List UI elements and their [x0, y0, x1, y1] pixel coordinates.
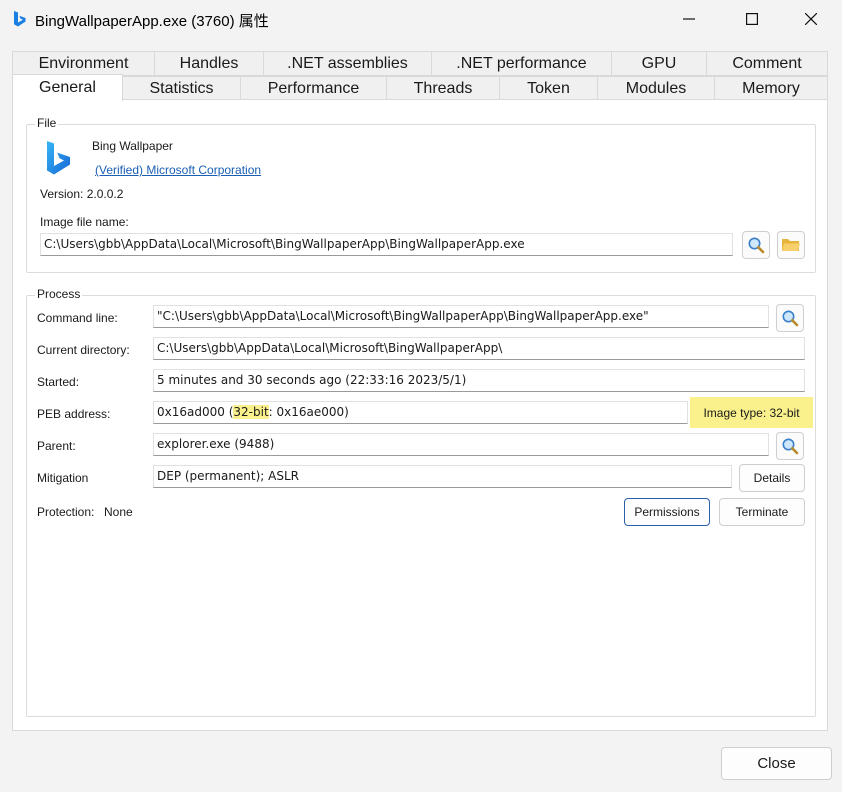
tab-net-performance[interactable]: .NET performance [431, 51, 612, 76]
inspect-parent-button[interactable] [776, 432, 804, 460]
tab-performance[interactable]: Performance [240, 76, 387, 101]
file-group-label: File [35, 116, 59, 130]
bing-app-icon [12, 10, 28, 28]
maximize-icon [746, 13, 758, 25]
tab-strip: Environment Handles .NET assemblies .NET… [12, 51, 828, 101]
image-file-label: Image file name: [40, 215, 129, 229]
minimize-icon [683, 18, 695, 20]
file-group: File Bing Wallpaper (Verified) Microsoft… [26, 116, 816, 273]
tab-statistics[interactable]: Statistics [122, 76, 241, 101]
open-folder-button[interactable] [777, 231, 805, 259]
permissions-button[interactable]: Permissions [624, 498, 710, 526]
bing-logo-icon [46, 140, 72, 178]
magnifier-icon [748, 237, 765, 254]
command-line-label: Command line: [37, 311, 118, 325]
general-panel: File Bing Wallpaper (Verified) Microsoft… [12, 99, 828, 731]
peb-address-label: PEB address: [37, 407, 111, 421]
title-bar: BingWallpaperApp.exe (3760) 属性 [0, 0, 842, 38]
inspect-image-button[interactable] [742, 231, 770, 259]
close-icon [805, 13, 817, 25]
close-button[interactable]: Close [721, 747, 832, 780]
parent-label: Parent: [37, 439, 76, 453]
started-field[interactable]: 5 minutes and 30 seconds ago (22:33:16 2… [153, 369, 805, 392]
tab-net-assemblies[interactable]: .NET assemblies [263, 51, 432, 76]
peb-bitness-highlight: 32-bit [233, 405, 269, 419]
protection-label: Protection: [37, 505, 95, 519]
process-group-label: Process [35, 287, 83, 301]
peb-address-field[interactable]: 0x16ad000 (32-bit: 0x16ae000) [153, 401, 688, 424]
terminate-button[interactable]: Terminate [719, 498, 805, 526]
tab-general[interactable]: General [12, 74, 123, 101]
details-button[interactable]: Details [739, 464, 805, 492]
window-title: BingWallpaperApp.exe (3760) 属性 [35, 13, 269, 30]
tab-comment[interactable]: Comment [706, 51, 828, 76]
current-directory-label: Current directory: [37, 343, 130, 357]
protection-value: None [104, 505, 133, 519]
close-window-button[interactable] [788, 0, 834, 38]
peb-prefix: 0x16ad000 ( [157, 405, 234, 419]
tab-memory[interactable]: Memory [714, 76, 828, 101]
image-file-field[interactable]: C:\Users\gbb\AppData\Local\Microsoft\Bin… [40, 233, 733, 256]
process-group: Process Command line: "C:\Users\gbb\AppD… [26, 287, 816, 717]
started-label: Started: [37, 375, 80, 389]
image-type-badge: Image type: 32-bit [690, 397, 813, 428]
tab-gpu[interactable]: GPU [611, 51, 707, 76]
maximize-button[interactable] [729, 0, 775, 38]
tab-modules[interactable]: Modules [597, 76, 715, 101]
parent-field[interactable]: explorer.exe (9488) [153, 433, 769, 456]
folder-icon [782, 239, 800, 251]
app-name: Bing Wallpaper [92, 139, 173, 153]
magnifier-icon [782, 438, 799, 455]
tab-handles[interactable]: Handles [154, 51, 264, 76]
tab-environment[interactable]: Environment [12, 51, 155, 76]
inspect-command-line-button[interactable] [776, 304, 804, 332]
peb-suffix: : 0x16ae000) [268, 405, 349, 419]
version-text: Version: 2.0.0.2 [40, 187, 124, 201]
tab-threads[interactable]: Threads [386, 76, 500, 101]
mitigation-field[interactable]: DEP (permanent); ASLR [153, 465, 732, 488]
current-directory-field[interactable]: C:\Users\gbb\AppData\Local\Microsoft\Bin… [153, 337, 805, 360]
magnifier-icon [782, 310, 799, 327]
minimize-button[interactable] [666, 0, 712, 38]
mitigation-label: Mitigation [37, 471, 89, 485]
command-line-field[interactable]: "C:\Users\gbb\AppData\Local\Microsoft\Bi… [153, 305, 769, 328]
publisher-link[interactable]: (Verified) Microsoft Corporation [95, 163, 261, 177]
tab-token[interactable]: Token [499, 76, 598, 101]
